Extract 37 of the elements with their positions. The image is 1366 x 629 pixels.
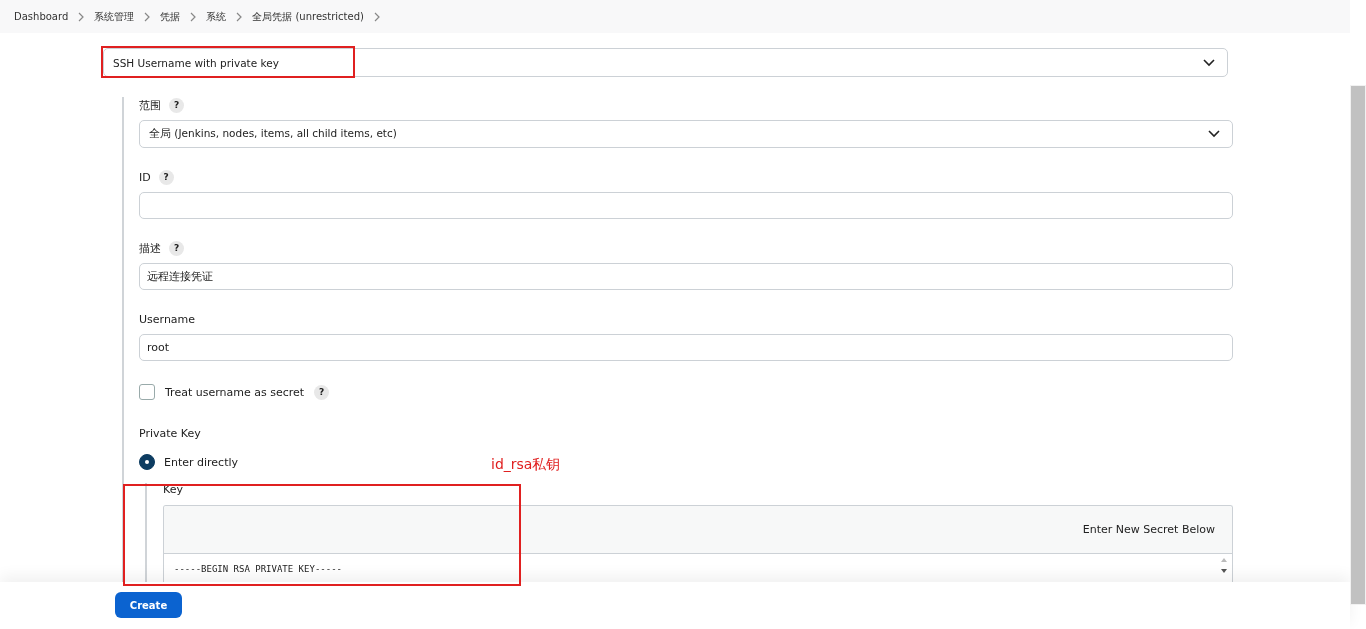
chevron-icon bbox=[235, 11, 244, 22]
scope-select[interactable]: 全局 (Jenkins, nodes, items, all child items, etc) bbox=[139, 120, 1233, 148]
create-button[interactable]: Create bbox=[115, 592, 182, 618]
chevron-icon bbox=[77, 11, 86, 22]
breadcrumb-link[interactable]: 凭据 bbox=[160, 9, 181, 24]
radio-label: Enter directly bbox=[164, 455, 239, 469]
caret-icon bbox=[1208, 130, 1220, 138]
help-button[interactable]: ? bbox=[169, 240, 184, 256]
field-label: 描述 bbox=[139, 240, 161, 256]
id-field[interactable] bbox=[139, 192, 1233, 219]
checkbox-label: Treat username as secret bbox=[165, 385, 305, 399]
secret-hint: Enter New Secret Below bbox=[1082, 523, 1215, 536]
help-button[interactable]: ? bbox=[169, 97, 184, 113]
kind-select[interactable]: SSH Username with private key bbox=[103, 48, 1228, 77]
annotation-text: id_rsa私钥 bbox=[491, 456, 561, 474]
breadcrumb-link[interactable]: 系统管理 bbox=[94, 9, 135, 24]
breadcrumb-link[interactable]: 系统 bbox=[206, 9, 227, 24]
help-button[interactable]: ? bbox=[314, 384, 330, 400]
key-line: -----BEGIN RSA PRIVATE KEY----- bbox=[174, 564, 342, 575]
field-label: 范围 bbox=[139, 97, 161, 113]
description-field[interactable]: 远程连接凭证 bbox=[139, 263, 1233, 290]
chevron-icon bbox=[372, 11, 381, 22]
username-field[interactable]: root bbox=[139, 334, 1233, 361]
help-button[interactable]: ? bbox=[158, 169, 174, 185]
caret-icon bbox=[1203, 58, 1215, 67]
checkbox[interactable] bbox=[139, 384, 155, 400]
field-label: ID bbox=[139, 170, 151, 184]
chevron-icon bbox=[143, 11, 152, 22]
breadcrumb-link[interactable]: 全局凭据 (unrestricted) bbox=[252, 9, 364, 24]
chevron-icon bbox=[189, 11, 198, 22]
key-textarea[interactable]: -----BEGIN RSA PRIVATE KEY----- bbox=[164, 554, 1232, 582]
scrollbar[interactable] bbox=[1350, 85, 1366, 605]
breadcrumb-link[interactable]: Dashboard bbox=[14, 11, 69, 22]
radio-button[interactable] bbox=[139, 454, 155, 470]
field-label: Username bbox=[139, 312, 196, 326]
field-label: Private Key bbox=[139, 426, 201, 440]
scrollbar-arrows-icon bbox=[1221, 558, 1227, 573]
